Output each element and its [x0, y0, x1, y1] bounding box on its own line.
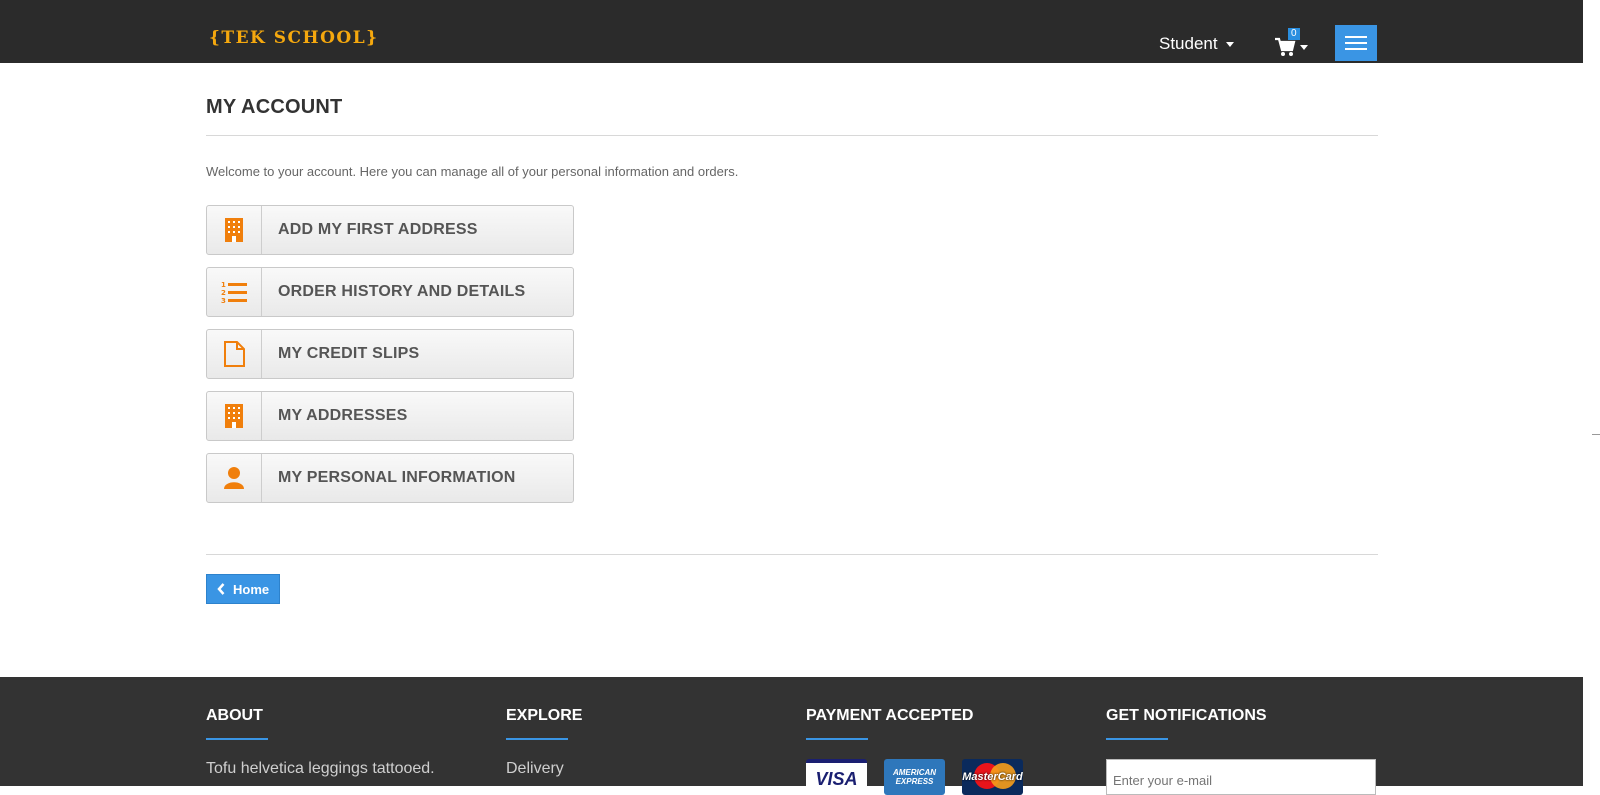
building-icon	[207, 206, 262, 254]
delivery-link[interactable]: Delivery	[506, 760, 582, 778]
visa-card-icon: VISA	[806, 759, 867, 795]
heading-underline	[1106, 738, 1168, 740]
personal-information-button[interactable]: MY PERSONAL INFORMATION	[206, 453, 574, 503]
ordered-list-icon: 123	[207, 268, 262, 316]
home-button-label: Home	[233, 581, 270, 597]
cart-button[interactable]: 0	[1274, 28, 1314, 58]
heading-underline	[806, 738, 868, 740]
about-text: Tofu helvetica leggings tattooed.	[206, 760, 435, 777]
button-label: ORDER HISTORY AND DETAILS	[278, 283, 526, 300]
divider	[206, 554, 1378, 555]
home-button[interactable]: Home	[206, 574, 281, 604]
account-links: ADD MY FIRST ADDRESS 123 ORDER HISTORY A…	[206, 205, 574, 515]
footer-heading: PAYMENT ACCEPTED	[806, 707, 974, 724]
scrollbar-marker	[1592, 434, 1600, 435]
credit-slips-button[interactable]: MY CREDIT SLIPS	[206, 329, 574, 379]
button-label: MY CREDIT SLIPS	[278, 345, 420, 362]
svg-text:1: 1	[221, 281, 226, 289]
site-logo[interactable]: {TEK SCHOOL}	[209, 28, 379, 48]
mastercard-icon: MasterCard	[962, 759, 1023, 795]
chevron-down-icon	[1225, 41, 1234, 47]
top-navbar: {TEK SCHOOL} Student 0	[0, 0, 1583, 63]
heading-underline	[206, 738, 268, 740]
footer-explore: EXPLORE Delivery	[506, 707, 582, 778]
newsletter-email-input[interactable]	[1106, 759, 1376, 795]
mastercard-label: MasterCard	[962, 771, 1023, 783]
payment-cards: VISA AMERICAN EXPRESS MasterCard	[806, 759, 1023, 795]
hamburger-line	[1345, 48, 1367, 50]
welcome-text: Welcome to your account. Here you can ma…	[206, 164, 739, 179]
heading-underline	[506, 738, 568, 740]
hamburger-line	[1345, 42, 1367, 44]
my-addresses-button[interactable]: MY ADDRESSES	[206, 391, 574, 441]
footer-heading: EXPLORE	[506, 707, 583, 724]
button-label: MY ADDRESSES	[278, 407, 408, 424]
order-history-button[interactable]: 123 ORDER HISTORY AND DETAILS	[206, 267, 574, 317]
chevron-left-icon	[217, 583, 225, 595]
building-icon	[207, 392, 262, 440]
svg-text:3: 3	[221, 297, 226, 304]
page-scrollbar[interactable]	[1583, 0, 1600, 786]
page-title: MY ACCOUNT	[206, 96, 343, 118]
button-label: ADD MY FIRST ADDRESS	[278, 221, 478, 238]
menu-toggle-button[interactable]	[1335, 25, 1377, 61]
footer-heading: ABOUT	[206, 707, 263, 724]
user-menu-dropdown[interactable]: Student	[1159, 34, 1234, 54]
cart-count-badge: 0	[1288, 28, 1300, 40]
hamburger-line	[1345, 36, 1367, 38]
svg-text:2: 2	[221, 289, 226, 297]
cart-icon	[1275, 37, 1296, 56]
footer-payment: PAYMENT ACCEPTED VISA AMERICAN EXPRESS M…	[806, 707, 1023, 795]
user-icon	[207, 454, 262, 502]
add-first-address-button[interactable]: ADD MY FIRST ADDRESS	[206, 205, 574, 255]
document-icon	[207, 330, 262, 378]
chevron-down-icon	[1300, 44, 1308, 50]
user-name: Student	[1159, 34, 1218, 53]
footer-notifications: GET NOTIFICATIONS	[1106, 707, 1376, 795]
divider	[206, 135, 1378, 136]
amex-card-icon: AMERICAN EXPRESS	[884, 759, 945, 795]
footer-heading: GET NOTIFICATIONS	[1106, 707, 1267, 724]
footer-about: ABOUT Tofu helvetica leggings tattooed.	[206, 707, 435, 778]
button-label: MY PERSONAL INFORMATION	[278, 469, 516, 486]
